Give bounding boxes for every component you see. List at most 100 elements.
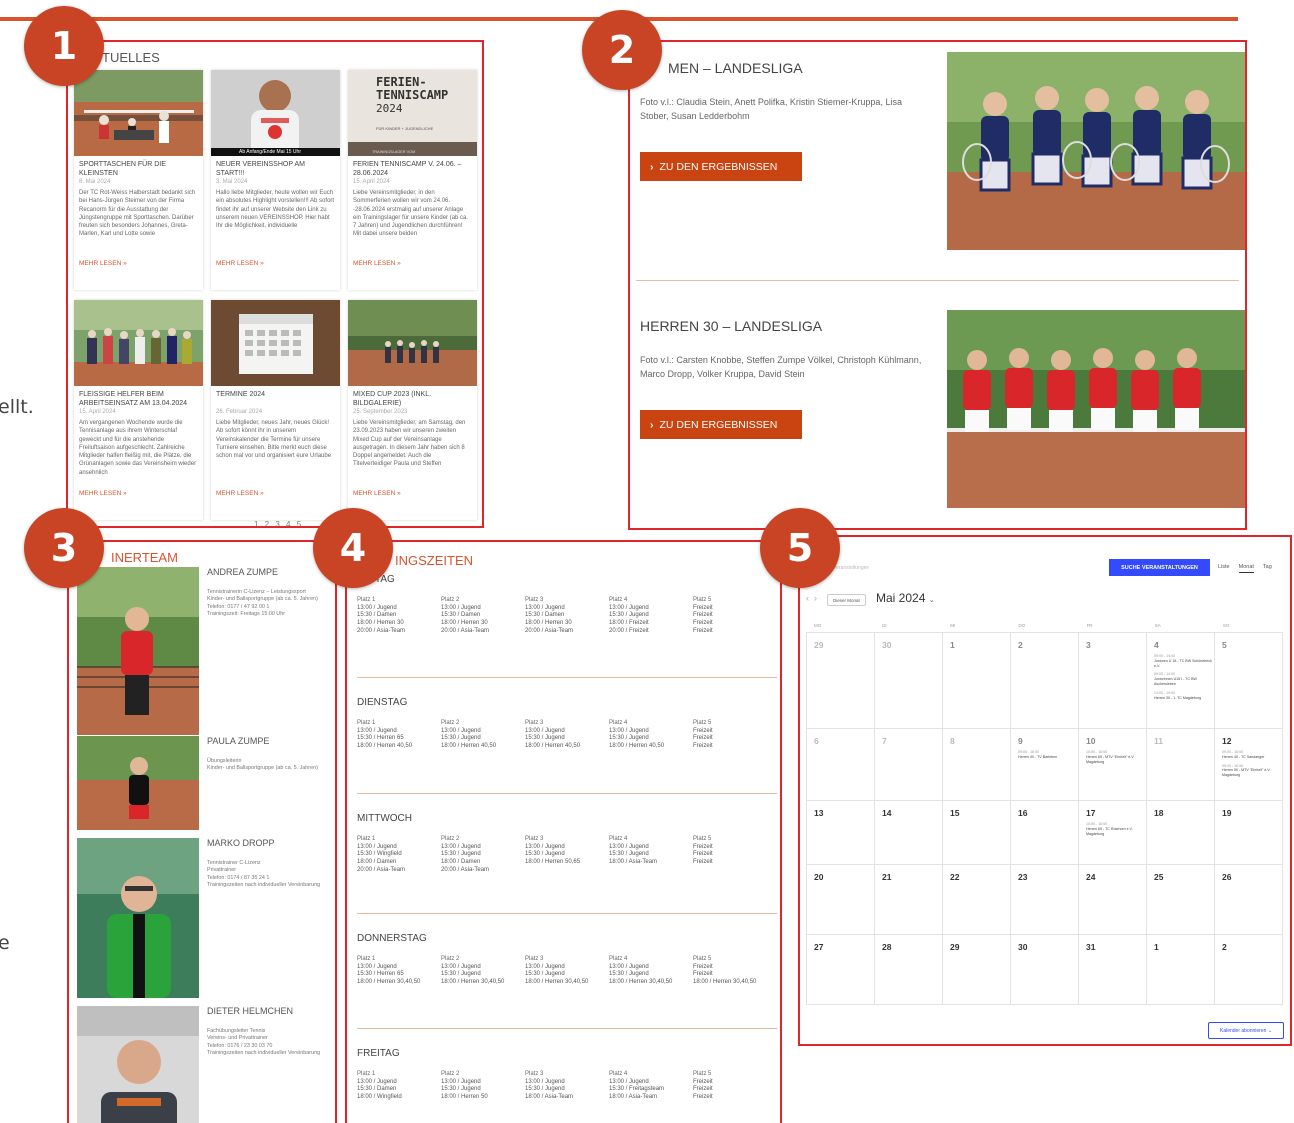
calendar-day-cell[interactable]: 20 [807,865,875,935]
training-day: TAG Platz 1 13:00 / Jugend 15:30 / Damen 18:… [357,574,777,678]
subscribe-label: Kalender abonnieren [1219,1027,1267,1034]
news-title[interactable]: FLEISSIGE HELFER BEIM ARBEITSEINSATZ AM … [74,386,203,408]
calendar-day-cell[interactable]: 31 [1079,935,1147,1005]
slot-entry: 20:00 / Asia-Team [441,866,490,873]
calendar-day-cell[interactable]: 23 [1011,865,1079,935]
calendar-event[interactable]: 09:00 - 14:00 Junioren U 18 - TC BW Schön… [1154,654,1214,668]
chevron-left-icon[interactable]: ‹ [806,593,809,603]
day-number: 16 [1018,808,1028,818]
court-header: Platz 4 [609,1071,628,1077]
results-button[interactable]: › ZU DEN ERGEBNISSEN [640,152,802,181]
callout-badge-5: 5 [760,508,840,588]
news-title[interactable]: SPORTTASCHEN FÜR DIE KLEINSTEN [74,156,203,178]
news-card[interactable]: FLEISSIGE HELFER BEIM ARBEITSEINSATZ AM … [74,300,203,520]
calendar-event[interactable]: 14:00 - 19:00 Herren 30 - 1. TC Magdeburg [1154,691,1214,701]
subscribe-calendar-button[interactable]: Kalender abonnieren ⌄ [1208,1022,1284,1039]
search-events-button[interactable]: SUCHE VERANSTALTUNGEN [1109,559,1210,576]
calendar-day-cell[interactable]: 13 [807,801,875,865]
read-more-link[interactable]: MEHR LESEN » [348,487,477,497]
news-title[interactable]: FERIEN TENNISCAMP V. 24.06. – 28.06.2024 [348,156,477,178]
calendar-event[interactable]: 10:00 - 16:00 Herren 65 - MTV "Einheit" e… [1086,750,1146,764]
calendar-day-cell[interactable]: 30 [1011,935,1079,1005]
calendar-day-cell[interactable]: 11 [1147,729,1215,801]
calendar-day-cell[interactable]: 15 [943,801,1011,865]
calendar-day-cell[interactable]: 5 [1215,633,1283,729]
calendar-day-cell[interactable]: 9 09:00 - 16:00 Herren 40 - TV Barleben [1011,729,1079,801]
calendar-day-cell[interactable]: 12 09:00 - 16:00 Herren 40 - TC Sandanger 0… [1215,729,1283,801]
read-more-link[interactable]: MEHR LESEN » [211,257,340,267]
news-card[interactable]: Ab Anfang/Ende Mai 15 Uhr NEUER VEREINSS… [211,70,340,290]
news-card[interactable]: TERMINE 2024 26. Februar 2024 Liebe Mitg… [211,300,340,520]
calendar-day-cell[interactable]: 1 [943,633,1011,729]
day-number: 10 [1086,736,1096,746]
chevron-right-icon: › [650,160,654,173]
news-pagination[interactable]: 1 2 3 4 5 [254,520,303,526]
news-card[interactable]: FERIEN- TENNISCAMP 2024 FÜR KINDER + JUG… [348,70,477,290]
day-number: 7 [882,736,887,746]
news-photo-group-helpers[interactable] [74,300,203,386]
calendar-day-cell[interactable]: 30 [875,633,943,729]
read-more-link[interactable]: MEHR LESEN » [348,257,477,267]
calendar-day-cell[interactable]: 3 [1079,633,1147,729]
day-number: 4 [1154,640,1159,650]
calendar-event[interactable]: 10:00 - 16:00 Herren 65 - TC Rotehorn e.V… [1086,822,1146,836]
slot-entry: 13:00 / Jugend [357,1078,397,1085]
read-more-link[interactable]: MEHR LESEN » [211,487,340,497]
calendar-day-cell[interactable]: 28 [875,935,943,1005]
calendar-day-cell[interactable]: 29 [807,633,875,729]
news-photo-child-shirt[interactable]: Ab Anfang/Ende Mai 15 Uhr [211,70,340,156]
calendar-day-cell[interactable]: 4 09:00 - 14:00 Junioren U 18 - TC BW Schö… [1147,633,1215,729]
calendar-day-cell[interactable]: 1 [1147,935,1215,1005]
calendar-event[interactable]: 09:00 - 16:00 Herren 40 - TV Barleben [1018,750,1078,760]
calendar-day-cell[interactable]: 7 [875,729,943,801]
news-poster-tenniscamp[interactable]: FERIEN- TENNISCAMP 2024 FÜR KINDER + JUG… [348,70,477,156]
calendar-day-cell[interactable]: 19 [1215,801,1283,865]
view-month-tab[interactable]: Monat [1238,564,1254,573]
calendar-day-cell[interactable]: 6 [807,729,875,801]
day-number: 22 [950,872,960,882]
chevron-right-icon[interactable]: › [814,593,817,603]
calendar-event[interactable]: 09:00 - 16:00 Herren 50 - MTV "Einheit" e… [1222,764,1282,778]
news-photo-calendar[interactable] [211,300,340,386]
calendar-day-cell[interactable]: 10 10:00 - 16:00 Herren 65 - MTV "Einheit"… [1079,729,1147,801]
calendar-day-cell[interactable]: 26 [1215,865,1283,935]
news-title[interactable]: TERMINE 2024 [211,386,340,408]
slot-entry: 15:30 / Damen [357,1086,397,1093]
results-button[interactable]: › ZU DEN ERGEBNISSEN [640,410,802,439]
calendar-day-cell[interactable]: 22 [943,865,1011,935]
court-header: Platz 5 [693,720,712,726]
calendar-day-cell[interactable]: 16 [1011,801,1079,865]
weekday-label: MI [950,623,956,628]
calendar-nav: ‹ › [806,593,817,603]
view-list-tab[interactable]: Liste [1218,564,1230,573]
month-label: Mai 2024 [876,591,926,605]
calendar-day-cell[interactable]: 18 [1147,801,1215,865]
calendar-event[interactable]: 09:00 - 14:00 Juniorinnen U15 I - TC BW A… [1154,672,1214,686]
calendar-day-cell[interactable]: 2 [1011,633,1079,729]
news-title[interactable]: MIXED CUP 2023 (INKL. BILDGALERIE) [348,386,477,408]
news-card[interactable]: MIXED CUP 2023 (INKL. BILDGALERIE) 25. S… [348,300,477,520]
view-day-tab[interactable]: Tag [1263,564,1272,573]
calendar-day-cell[interactable]: 21 [875,865,943,935]
read-more-link[interactable]: MEHR LESEN » [74,487,203,497]
calendar-day-cell[interactable]: 17 10:00 - 16:00 Herren 65 - TC Rotehorn e… [1079,801,1147,865]
calendar-day-cell[interactable]: 27 [807,935,875,1005]
news-photo-mixed-cup[interactable] [348,300,477,386]
read-more-link[interactable]: MEHR LESEN » [74,257,203,267]
calendar-event[interactable]: 09:00 - 16:00 Herren 40 - TC Sandanger [1222,750,1282,760]
calendar-day-cell[interactable]: 8 [943,729,1011,801]
calendar-day-cell[interactable]: 25 [1147,865,1215,935]
calendar-day-cell[interactable]: 24 [1079,865,1147,935]
slot-entry: 13:00 / Jugend [525,1078,565,1085]
news-excerpt: Der TC Rot-Weiss Halberstadt bedankt sic… [79,190,196,238]
this-month-button[interactable]: Dieser Monat [827,594,866,606]
calendar-day-cell[interactable]: 29 [943,935,1011,1005]
calendar-day-cell[interactable]: 2 [1215,935,1283,1005]
news-title[interactable]: NEUER VEREINSSHOP AM START!!! [211,156,340,178]
slot-entry: 13:00 / Jugend [609,604,649,611]
news-card[interactable]: SPORTTASCHEN FÜR DIE KLEINSTEN 8. Mai 20… [74,70,203,290]
month-picker[interactable]: Mai 2024 ⌄ [876,591,935,605]
news-photo-tennis-court[interactable] [74,70,203,156]
calendar-day-cell[interactable]: 14 [875,801,943,865]
slot-entry: 18:00 / Herren 30,40,50 [441,979,505,986]
